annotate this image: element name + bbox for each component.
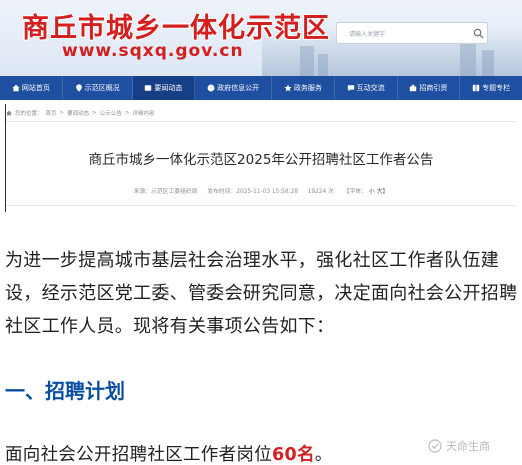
nav-item-gov-info[interactable]: 政府信息公开: [195, 76, 272, 100]
site-url: www.sqxq.gov.cn: [62, 41, 244, 61]
breadcrumb-item-news[interactable]: 要闻动态: [67, 109, 89, 117]
article-title: 商丘市城乡一体化示范区2025年公开招聘社区工作者公告: [88, 152, 434, 168]
banner-building: [318, 54, 328, 76]
banner-building: [300, 46, 314, 76]
font-small-button[interactable]: 小: [369, 189, 375, 195]
meta-source: 来源：示范区工委组织部: [133, 189, 198, 195]
nav-label: 示范区概况: [84, 84, 120, 92]
breadcrumb-item-detail: 详细内容: [132, 111, 155, 117]
article-intro: 为进一步提高城市基层社会治理水平，强化社区工作者队伍建设，经示范区党工委、管委会…: [5, 250, 518, 337]
divider: [6, 205, 516, 206]
watermark-logo-icon: [428, 439, 442, 453]
column-icon: [472, 84, 480, 92]
breadcrumb-item-home[interactable]: 首页: [46, 109, 57, 117]
recruitment-period: 。: [314, 445, 333, 465]
nav-item-home[interactable]: 网站首页: [0, 76, 63, 100]
watermark-text: 天命生商: [446, 440, 490, 453]
nav-item-interaction[interactable]: 互动交流: [335, 76, 398, 100]
search-icon: [473, 28, 484, 39]
recruitment-number: 60名: [272, 445, 315, 465]
breadcrumb-separator: >: [59, 110, 65, 116]
site-title: 商丘市城乡一体化示范区: [22, 13, 330, 44]
banner-building: [482, 50, 494, 76]
divider: [6, 121, 516, 122]
nav-item-columns[interactable]: 专题专栏: [460, 76, 522, 100]
article-meta: 来源：示范区工委组织部 发布时间：2025-11-03 15:58:28 192…: [0, 186, 522, 195]
font-label: 【字体：: [343, 189, 367, 195]
service-icon: [284, 84, 292, 92]
info-icon: [207, 84, 215, 92]
nav-item-investment[interactable]: 招商引资: [398, 76, 461, 100]
nav-label: 专题专栏: [482, 84, 511, 92]
font-large-button[interactable]: 大】: [377, 189, 389, 195]
meta-views: 19224 次: [307, 189, 334, 195]
nav-item-services[interactable]: 政务服务: [272, 76, 335, 100]
breadcrumb-separator: >: [124, 110, 130, 116]
breadcrumb-prefix: 您的位置：: [15, 111, 43, 117]
site-banner: 商丘市城乡一体化示范区 www.sqxq.gov.cn 请输入关键字: [0, 0, 522, 76]
news-icon: [145, 85, 152, 91]
nav-label: 要闻动态: [154, 84, 183, 92]
section-heading: 一、招聘计划: [5, 379, 125, 403]
nav-label: 互动交流: [356, 84, 385, 92]
breadcrumb: 您的位置： 首页 > 要闻动态 > 公示公告 > 详细内容: [6, 109, 154, 117]
recruitment-text: 面向社会公开招聘社区工作者岗位: [5, 445, 272, 465]
nav-label: 招商引资: [419, 84, 448, 92]
search-input[interactable]: 请输入关键字: [336, 22, 488, 44]
breadcrumb-item-notices[interactable]: 公示公告: [100, 109, 122, 117]
nav-item-overview[interactable]: 示范区概况: [63, 76, 133, 100]
meta-font-size: 【字体：小大】: [344, 189, 389, 195]
site-screenshot: 商丘市城乡一体化示范区 www.sqxq.gov.cn 请输入关键字 网站首页 …: [0, 0, 522, 215]
home-icon: [12, 84, 20, 92]
investment-icon: [410, 84, 417, 92]
main-nav: 网站首页 示范区概况 要闻动态 政府信息公开 政务服务 互动交流 招商引资 专题…: [0, 76, 522, 100]
recruitment-count-line: 面向社会公开招聘社区工作者岗位60名。: [5, 441, 333, 465]
location-icon: [75, 84, 82, 92]
chat-icon: [347, 85, 354, 92]
nav-label: 网站首页: [21, 84, 50, 92]
breadcrumb-separator: >: [92, 110, 97, 116]
meta-published: 发布时间：2025-11-03 15:58:28: [207, 189, 298, 195]
home-icon: [6, 110, 12, 116]
search-button[interactable]: [470, 25, 486, 41]
nav-label: 政府信息公开: [217, 84, 260, 92]
search-placeholder: 请输入关键字: [349, 31, 386, 38]
nav-label: 政务服务: [293, 84, 322, 92]
watermark: 天命生商: [428, 438, 490, 454]
banner-building: [460, 42, 476, 76]
nav-item-news[interactable]: 要闻动态: [132, 76, 196, 100]
